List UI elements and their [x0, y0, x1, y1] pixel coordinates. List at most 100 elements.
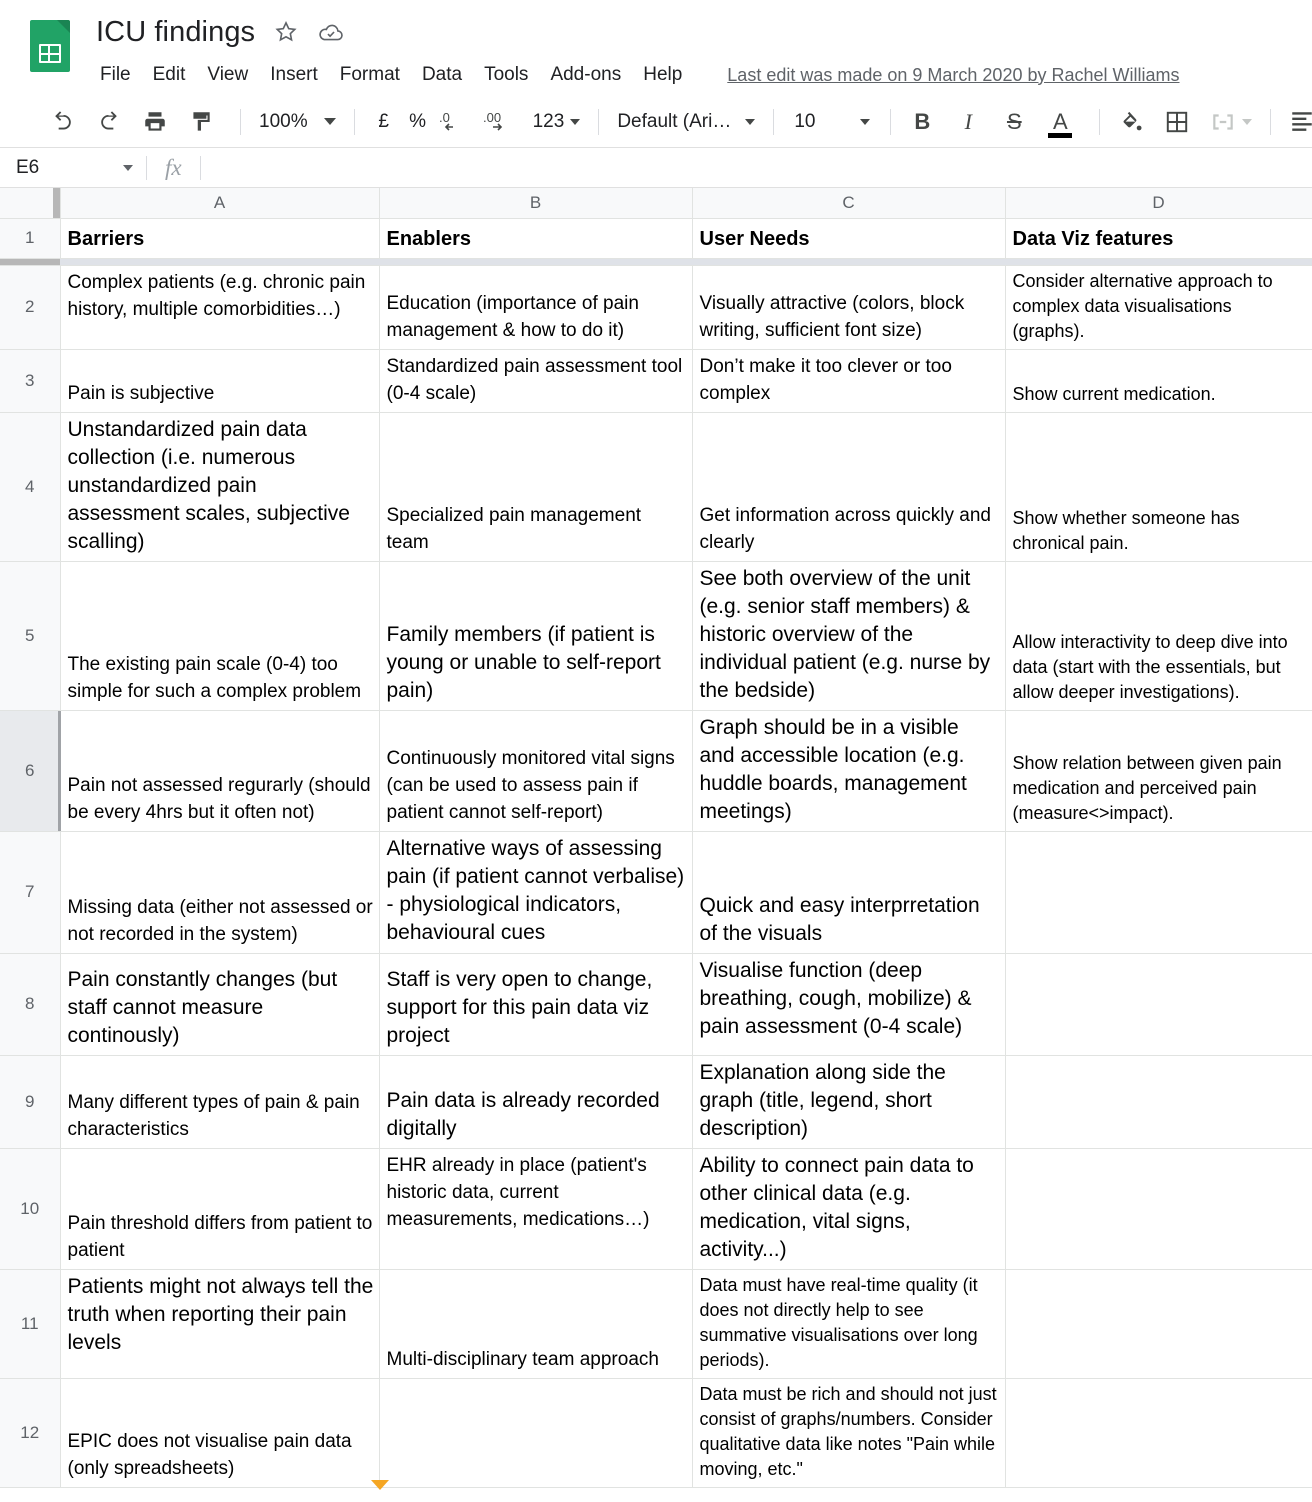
horizontal-align-button[interactable] [1283, 103, 1312, 141]
cell-d4[interactable]: Show whether someone has chronical pain. [1004, 411, 1312, 562]
cell-d8[interactable] [1004, 952, 1312, 1056]
cell-b9[interactable]: Pain data is already recorded digitally [378, 1054, 693, 1149]
cell-a3[interactable]: Pain is subjective [59, 348, 380, 413]
cell-c1[interactable]: User Needs [691, 217, 1006, 259]
cell-d9[interactable] [1004, 1054, 1312, 1149]
merge-cells-button[interactable] [1204, 103, 1258, 141]
row-header-6[interactable]: 6 [0, 709, 61, 832]
cell-a2[interactable]: Complex patients (e.g. chronic pain hist… [59, 264, 380, 350]
cell-a4[interactable]: Unstandardized pain data collection (i.e… [59, 411, 380, 562]
column-header-b[interactable]: B [378, 188, 693, 219]
bold-button[interactable]: B [903, 103, 941, 141]
cell-b7[interactable]: Alternative ways of assessing pain (if p… [378, 830, 693, 954]
menu-data[interactable]: Data [411, 62, 473, 88]
strikethrough-button[interactable]: S [995, 103, 1033, 141]
cloud-saved-icon[interactable] [317, 18, 345, 46]
cell-c10[interactable]: Ability to connect pain data to other cl… [691, 1147, 1006, 1270]
cell-a6[interactable]: Pain not assessed regurarly (should be e… [59, 709, 380, 832]
row-header-3[interactable]: 3 [0, 348, 61, 413]
cell-b4[interactable]: Specialized pain management team [378, 411, 693, 562]
cell-a11[interactable]: Patients might not always tell the truth… [59, 1268, 380, 1379]
cell-b3[interactable]: Standardized pain assessment tool (0-4 s… [378, 348, 693, 413]
cell-b6[interactable]: Continuously monitored vital signs (can … [378, 709, 693, 832]
cell-a8[interactable]: Pain constantly changes (but staff canno… [59, 952, 380, 1056]
font-family-select[interactable]: Default (Ari… [611, 103, 761, 141]
select-all-corner[interactable] [0, 188, 61, 219]
row-header-10[interactable]: 10 [0, 1147, 61, 1270]
cell-c7[interactable]: Quick and easy interprretation of the vi… [691, 830, 1006, 954]
document-title[interactable]: ICU findings [96, 15, 255, 49]
cell-d2[interactable]: Consider alternative approach to complex… [1004, 264, 1312, 350]
column-header-a[interactable]: A [59, 188, 380, 219]
cell-c8[interactable]: Visualise function (deep breathing, coug… [691, 952, 1006, 1056]
menu-format[interactable]: Format [329, 62, 411, 88]
cell-a5[interactable]: The existing pain scale (0-4) too simple… [59, 560, 380, 711]
row-header-2[interactable]: 2 [0, 264, 61, 350]
cell-d12[interactable] [1004, 1377, 1312, 1488]
cell-d3[interactable]: Show current medication. [1004, 348, 1312, 413]
row-header-8[interactable]: 8 [0, 952, 61, 1056]
menu-view[interactable]: View [196, 62, 259, 88]
row-header-5[interactable]: 5 [0, 560, 61, 711]
row-header-9[interactable]: 9 [0, 1054, 61, 1149]
menu-help[interactable]: Help [632, 62, 693, 88]
cell-d11[interactable] [1004, 1268, 1312, 1379]
cell-c6[interactable]: Graph should be in a visible and accessi… [691, 709, 1006, 832]
cell-d6[interactable]: Show relation between given pain medicat… [1004, 709, 1312, 832]
cell-c9[interactable]: Explanation along side the graph (title,… [691, 1054, 1006, 1149]
cell-c12[interactable]: Data must be rich and should not just co… [691, 1377, 1006, 1488]
increase-decimal-icon[interactable]: .00 [481, 103, 519, 141]
menu-edit[interactable]: Edit [142, 62, 197, 88]
cell-d7[interactable] [1004, 830, 1312, 954]
cell-c2[interactable]: Visually attractive (colors, block writi… [691, 264, 1006, 350]
font-size-select[interactable]: 10 [786, 103, 878, 141]
column-header-c[interactable]: C [691, 188, 1006, 219]
cell-b10[interactable]: EHR already in place (patient's historic… [378, 1147, 693, 1270]
menu-tools[interactable]: Tools [473, 62, 539, 88]
cell-d5[interactable]: Allow interactivity to deep dive into da… [1004, 560, 1312, 711]
formula-input[interactable] [201, 148, 1312, 188]
column-header-d[interactable]: D [1004, 188, 1312, 219]
cell-c5[interactable]: See both overview of the unit (e.g. seni… [691, 560, 1006, 711]
row-header-7[interactable]: 7 [0, 830, 61, 954]
paint-format-icon[interactable] [182, 103, 220, 141]
row-header-11[interactable]: 11 [0, 1268, 61, 1379]
row-header-12[interactable]: 12 [0, 1377, 61, 1488]
text-color-button[interactable]: A [1041, 103, 1079, 141]
cell-c4[interactable]: Get information across quickly and clear… [691, 411, 1006, 562]
cell-a1[interactable]: Barriers [59, 217, 380, 259]
cell-c11[interactable]: Data must have real-time quality (it doe… [691, 1268, 1006, 1379]
cell-b5[interactable]: Family members (if patient is young or u… [378, 560, 693, 711]
cell-a12[interactable]: EPIC does not visualise pain data (only … [59, 1377, 380, 1488]
redo-icon[interactable] [90, 103, 128, 141]
star-icon[interactable] [273, 19, 299, 45]
decrease-decimal-icon[interactable]: .0 [435, 103, 473, 141]
cell-d10[interactable] [1004, 1147, 1312, 1270]
percent-format-button[interactable]: % [401, 103, 435, 141]
cell-b11[interactable]: Multi-disciplinary team approach [378, 1268, 693, 1379]
cell-b2[interactable]: Education (importance of pain management… [378, 264, 693, 350]
row-header-1[interactable]: 1 [0, 217, 61, 259]
italic-button[interactable]: I [949, 103, 987, 141]
menu-file[interactable]: File [96, 62, 142, 88]
name-box[interactable]: E6 [0, 148, 146, 188]
cell-a7[interactable]: Missing data (either not assessed or not… [59, 830, 380, 954]
row-header-4[interactable]: 4 [0, 411, 61, 562]
cell-a9[interactable]: Many different types of pain & pain char… [59, 1054, 380, 1149]
fill-color-icon[interactable] [1112, 103, 1150, 141]
menu-insert[interactable]: Insert [259, 62, 329, 88]
cell-d1[interactable]: Data Viz features [1004, 217, 1312, 259]
zoom-control[interactable]: 100% [253, 103, 342, 141]
currency-format-button[interactable]: £ [367, 103, 401, 141]
borders-icon[interactable] [1158, 103, 1196, 141]
cell-b1[interactable]: Enablers [378, 217, 693, 259]
cell-b12[interactable] [378, 1377, 693, 1488]
last-edit-link[interactable]: Last edit was made on 9 March 2020 by Ra… [727, 65, 1179, 86]
menu-addons[interactable]: Add-ons [539, 62, 632, 88]
more-formats-button[interactable]: 123 [527, 103, 587, 141]
print-icon[interactable] [136, 103, 174, 141]
undo-icon[interactable] [44, 103, 82, 141]
cell-b8[interactable]: Staff is very open to change, support fo… [378, 952, 693, 1056]
cell-c3[interactable]: Don’t make it too clever or too complex [691, 348, 1006, 413]
cell-a10[interactable]: Pain threshold differs from patient to p… [59, 1147, 380, 1270]
